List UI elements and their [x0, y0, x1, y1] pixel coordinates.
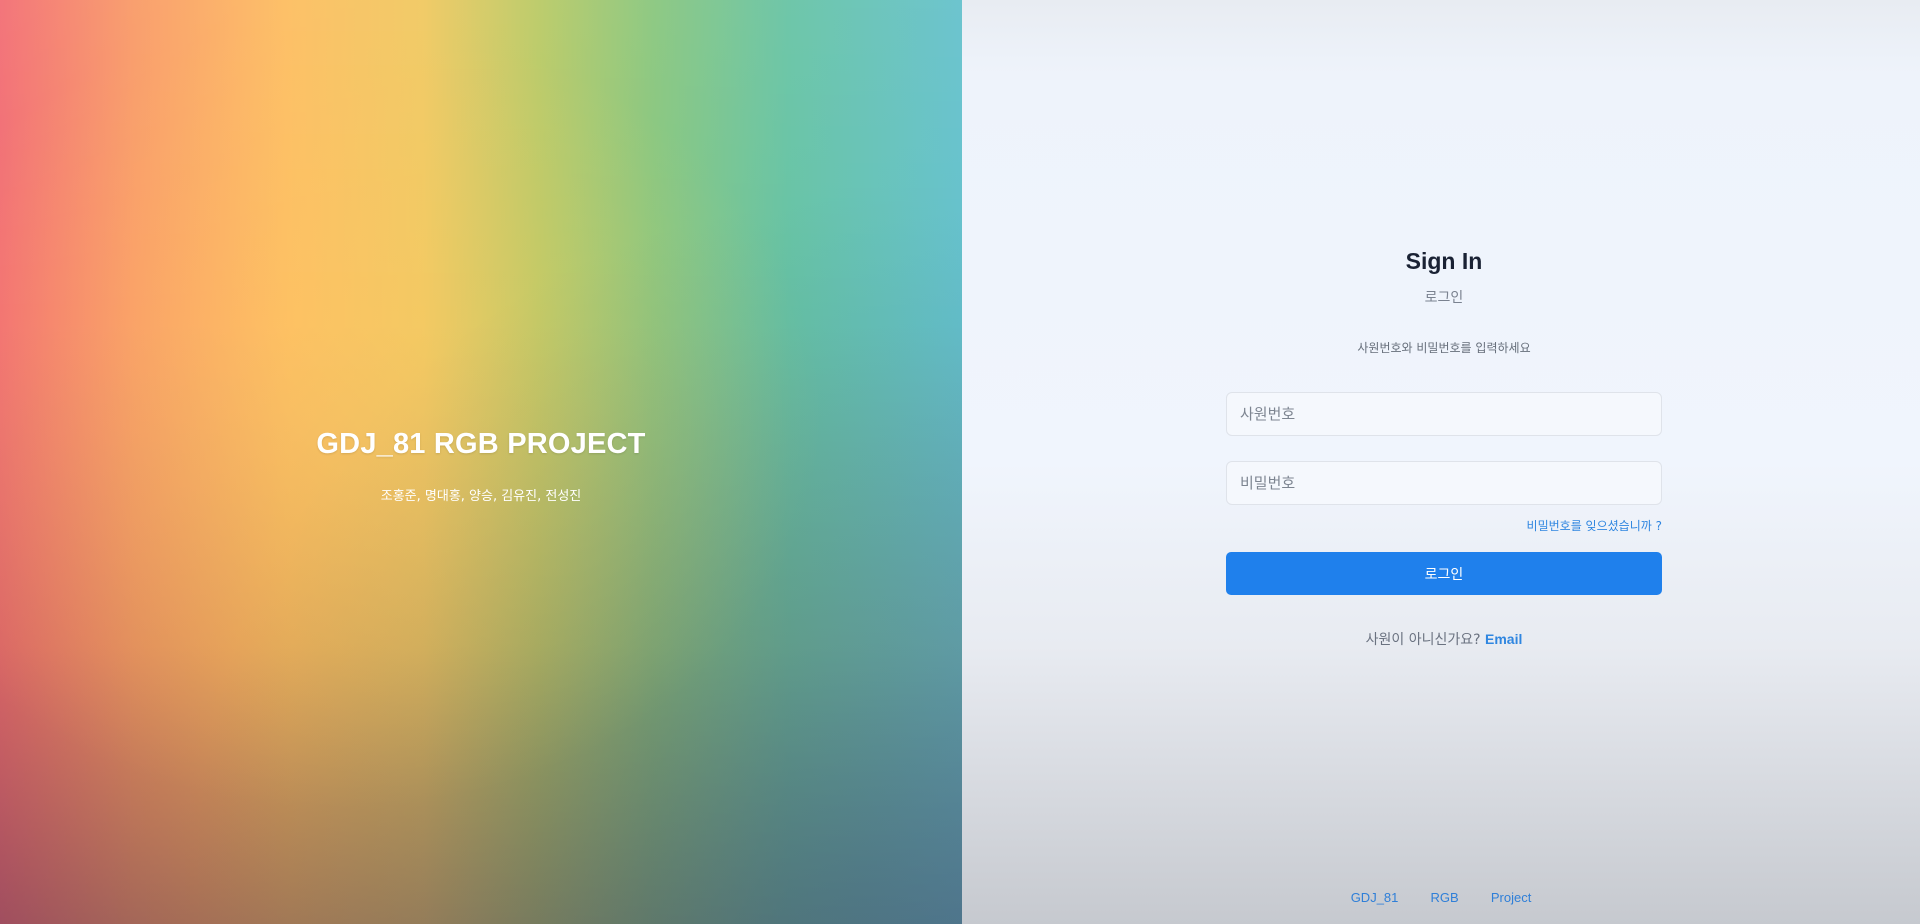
signup-prompt: 사원이 아니신가요?	[1365, 632, 1481, 648]
team-members: 조홍준, 명대홍, 양승, 김유진, 전성진	[380, 489, 582, 504]
sign-in-panel: Sign In 로그인 사원번호와 비밀번호를 입력하세요 비밀번호를 잊으셨습…	[962, 0, 1920, 924]
hero-content: GDJ_81 RGB PROJECT 조홍준, 명대홍, 양승, 김유진, 전성…	[0, 428, 962, 504]
footer-link-gdj81[interactable]: GDJ_81	[1351, 890, 1399, 905]
login-button[interactable]: 로그인	[1226, 552, 1662, 595]
footer-link-project[interactable]: Project	[1491, 890, 1531, 905]
footer-link-rgb[interactable]: RGB	[1431, 890, 1459, 905]
login-instruction: 사원번호와 비밀번호를 입력하세요	[1357, 341, 1531, 355]
hero-panel: GDJ_81 RGB PROJECT 조홍준, 명대홍, 양승, 김유진, 전성…	[0, 0, 962, 924]
footer-nav: GDJ_81 RGB Project	[962, 890, 1920, 906]
sign-in-title: Sign In	[1405, 248, 1483, 274]
project-title: GDJ_81 RGB PROJECT	[316, 428, 646, 460]
sign-in-subtitle: 로그인	[1424, 290, 1464, 306]
login-form: Sign In 로그인 사원번호와 비밀번호를 입력하세요 비밀번호를 잊으셨습…	[1226, 248, 1662, 649]
password-input[interactable]	[1226, 461, 1662, 505]
forgot-password-row: 비밀번호를 잊으셨습니까 ?	[1226, 515, 1662, 533]
login-page: GDJ_81 RGB PROJECT 조홍준, 명대홍, 양승, 김유진, 전성…	[0, 0, 1920, 924]
employee-id-input[interactable]	[1226, 392, 1662, 436]
signup-row: 사원이 아니신가요? Email	[1226, 629, 1662, 649]
forgot-password-link[interactable]: 비밀번호를 잊으셨습니까 ?	[1527, 519, 1662, 533]
email-signup-link[interactable]: Email	[1485, 631, 1522, 647]
